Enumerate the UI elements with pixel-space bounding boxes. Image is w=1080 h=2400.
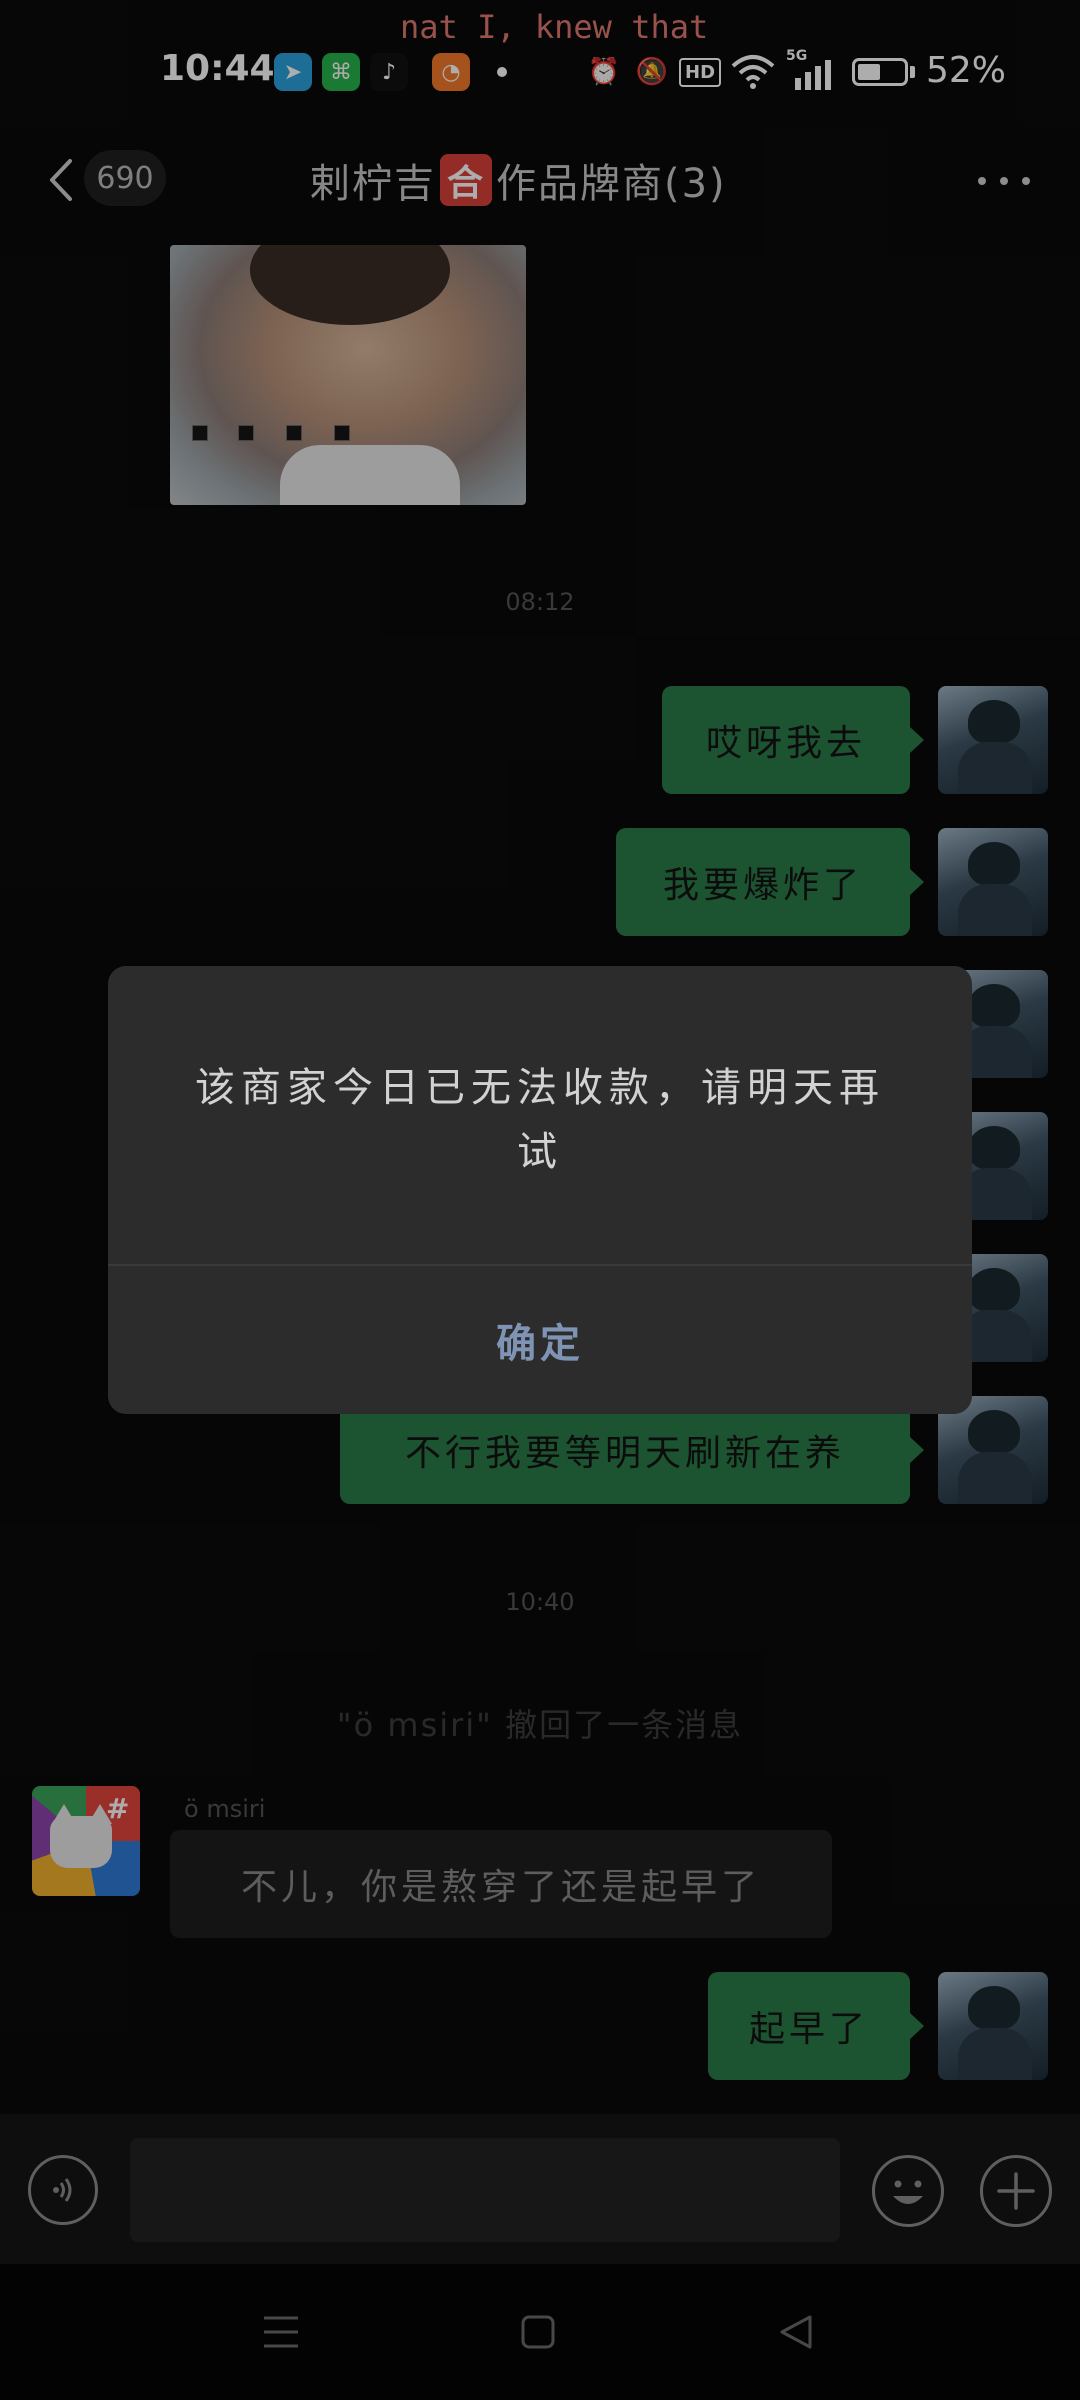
alert-dialog: 该商家今日已无法收款，请明天再试 确定 bbox=[108, 966, 972, 1414]
confirm-button[interactable]: 确定 bbox=[108, 1266, 972, 1414]
dialog-message: 该商家今日已无法收款，请明天再试 bbox=[195, 1065, 885, 1175]
